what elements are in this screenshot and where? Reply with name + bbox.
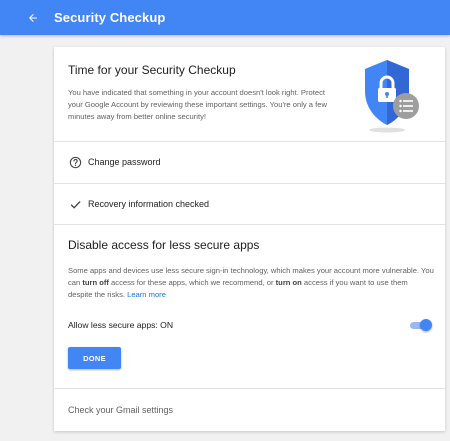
less-secure-apps-description: Some apps and devices use less secure si… — [68, 265, 434, 301]
turn-off-text: turn off — [82, 278, 109, 287]
allow-less-secure-apps-label: Allow less secure apps: ON — [68, 320, 174, 330]
arrow-back-icon — [29, 13, 37, 22]
change-password-item[interactable]: Change password — [54, 142, 445, 182]
gmail-settings-label: Check your Gmail settings — [68, 405, 174, 415]
security-shield-icon — [365, 60, 419, 133]
description-text: access for these apps, which we recommen… — [108, 278, 276, 287]
back-button[interactable] — [20, 5, 46, 31]
learn-more-link[interactable]: Learn more — [127, 290, 166, 299]
security-checkup-card: Time for your Security Checkup You have … — [54, 47, 445, 431]
help-circle-icon — [68, 155, 82, 169]
intro-section: Time for your Security Checkup You have … — [54, 47, 445, 141]
intro-description: You have indicated that something in you… — [68, 88, 327, 121]
intro-title: Time for your Security Checkup — [68, 63, 236, 77]
page-title: Security Checkup — [54, 10, 166, 25]
recovery-info-item[interactable]: Recovery information checked — [54, 184, 445, 224]
done-button[interactable]: DONE — [68, 347, 121, 369]
less-secure-apps-title: Disable access for less secure apps — [68, 238, 260, 252]
turn-on-text: turn on — [275, 278, 302, 287]
allow-less-secure-apps-toggle[interactable] — [409, 319, 432, 331]
recovery-info-label: Recovery information checked — [88, 199, 210, 209]
checkmark-icon — [68, 197, 82, 211]
less-secure-apps-section: Disable access for less secure apps Some… — [54, 225, 445, 388]
app-header: Security Checkup — [0, 0, 450, 35]
gmail-settings-item[interactable]: Check your Gmail settings — [54, 389, 445, 431]
toggle-thumb — [420, 319, 432, 331]
change-password-label: Change password — [88, 157, 161, 167]
